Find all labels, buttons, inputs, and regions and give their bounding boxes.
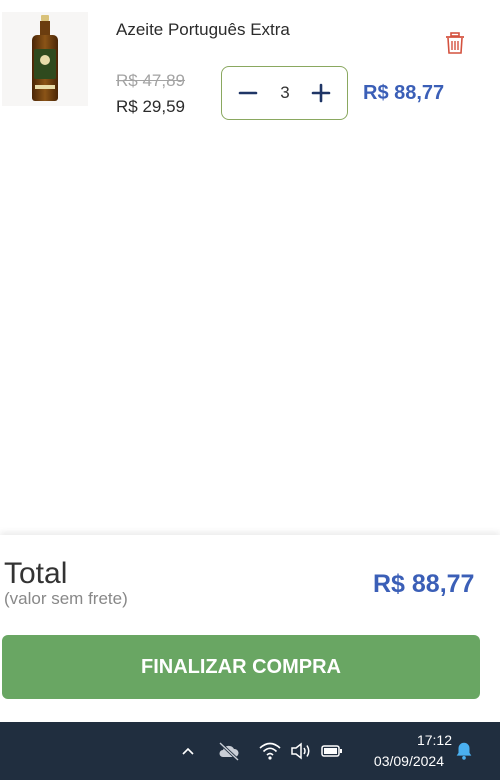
plus-icon bbox=[311, 83, 331, 103]
speaker-icon bbox=[291, 742, 310, 760]
product-name[interactable]: Azeite Português Extra bbox=[116, 20, 290, 40]
quantity-value[interactable]: 3 bbox=[272, 83, 298, 103]
bell-icon bbox=[456, 742, 472, 760]
decrease-quantity-button[interactable] bbox=[234, 79, 262, 107]
remove-item-button[interactable] bbox=[442, 30, 468, 56]
cloud-status-button[interactable] bbox=[217, 739, 241, 763]
notifications-button[interactable] bbox=[452, 739, 476, 763]
olive-oil-bottle-image bbox=[30, 15, 60, 103]
cart-summary: Total (valor sem frete) R$ 88,77 FINALIZ… bbox=[0, 535, 500, 722]
increase-quantity-button[interactable] bbox=[307, 79, 335, 107]
wifi-icon bbox=[259, 742, 281, 760]
unit-price: R$ 29,59 bbox=[116, 97, 185, 116]
trash-icon bbox=[446, 32, 464, 54]
total-note: (valor sem frete) bbox=[4, 589, 128, 608]
product-image[interactable] bbox=[2, 12, 88, 106]
original-price: R$ 47,89 bbox=[116, 71, 185, 90]
cart-item: Azeite Português Extra R$ 47,89 R$ 29,59… bbox=[0, 0, 500, 130]
battery-button[interactable] bbox=[320, 739, 344, 763]
clock-date[interactable]: 03/09/2024 bbox=[352, 753, 444, 769]
quantity-stepper: 3 bbox=[221, 66, 348, 120]
total-value: R$ 88,77 bbox=[373, 570, 475, 598]
checkout-button[interactable]: FINALIZAR COMPRA bbox=[2, 635, 480, 699]
network-button[interactable] bbox=[258, 739, 282, 763]
battery-icon bbox=[321, 745, 342, 757]
show-hidden-icons-button[interactable] bbox=[176, 739, 200, 763]
minus-icon bbox=[238, 91, 258, 95]
item-line-total: R$ 88,77 bbox=[363, 82, 445, 104]
taskbar: 17:12 03/09/2024 bbox=[0, 722, 500, 780]
cloud-off-icon bbox=[218, 741, 240, 762]
chevron-up-icon bbox=[182, 747, 194, 755]
clock-time[interactable]: 17:12 bbox=[392, 732, 452, 748]
total-label: Total bbox=[4, 557, 68, 590]
volume-button[interactable] bbox=[289, 739, 313, 763]
